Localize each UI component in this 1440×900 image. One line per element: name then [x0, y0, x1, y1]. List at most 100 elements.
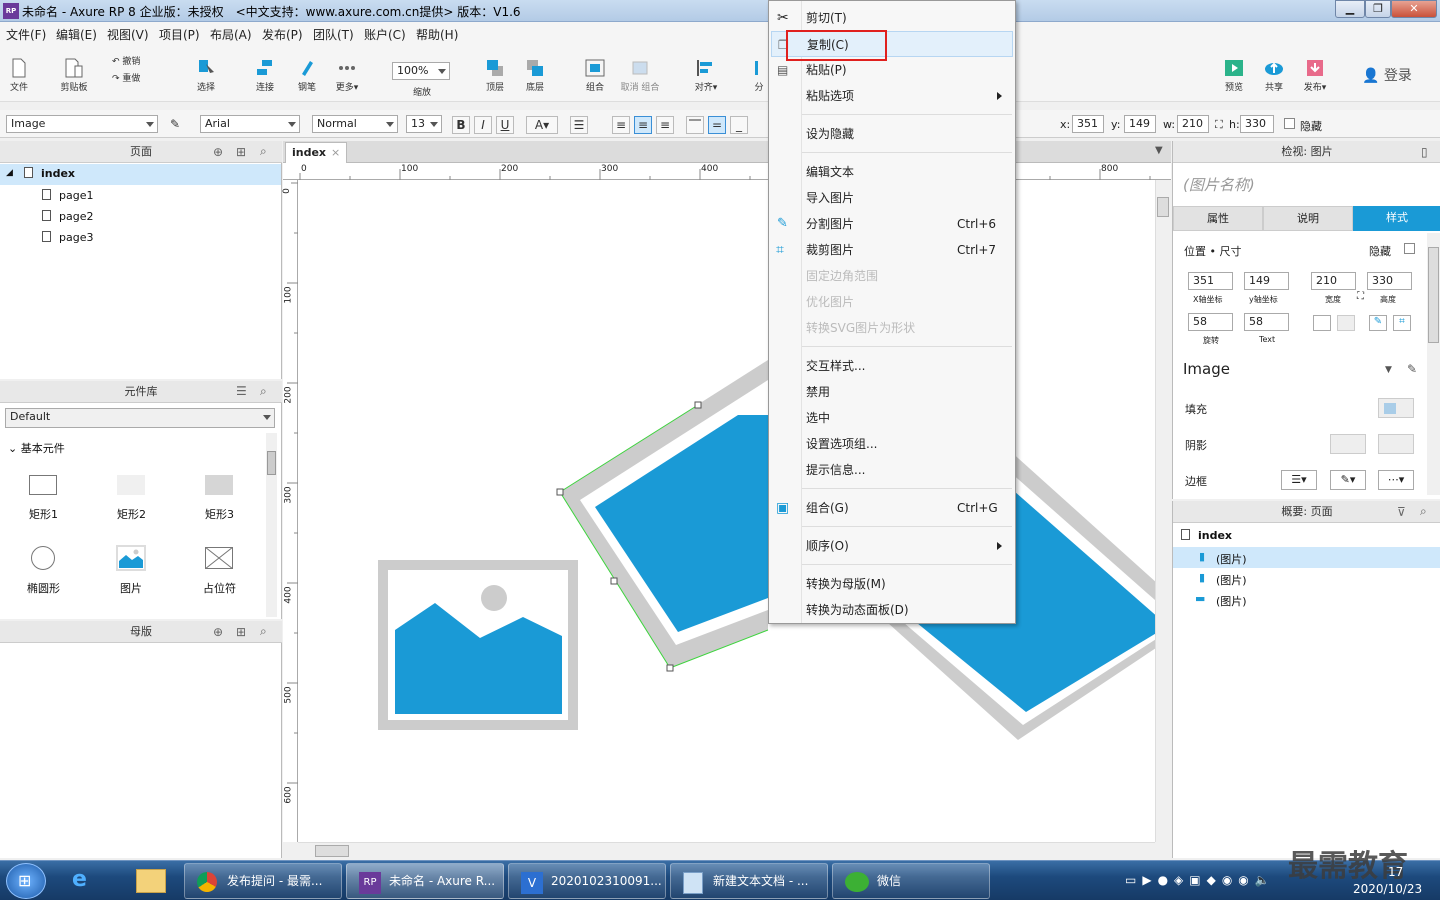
widget-name-field[interactable]: (图片名称) [1183, 174, 1255, 195]
pen-tool[interactable]: 钢笔 [292, 58, 322, 93]
task-axure[interactable]: RP 未命名 - Axure R... [346, 863, 504, 899]
ellipse-thumb[interactable] [31, 546, 55, 570]
bold-button[interactable]: B [452, 116, 470, 134]
clipboard-button[interactable]: 剪贴板 [58, 58, 90, 93]
x-field[interactable]: 351 [1072, 115, 1104, 133]
group-button[interactable]: 组合 [580, 58, 610, 93]
login-button[interactable]: 👤 登录 [1362, 65, 1412, 85]
more-tools-button[interactable]: 更多▾ [330, 58, 364, 93]
align-center-button[interactable]: ≡ [634, 116, 652, 134]
slice-icon[interactable]: ✎ [1369, 315, 1387, 331]
underline-button[interactable]: U [496, 116, 514, 134]
task-wechat[interactable]: 微信 [832, 863, 990, 899]
image-thumb-icon[interactable] [116, 545, 146, 571]
font-weight-select[interactable]: Normal [312, 115, 398, 133]
library-scrollbar[interactable] [266, 433, 277, 617]
x-coordinate-field[interactable]: 351 [1188, 272, 1233, 290]
border-color-picker[interactable]: ✎▾ [1330, 470, 1366, 490]
shadow-color-picker[interactable] [1378, 434, 1414, 454]
menu-item-selected[interactable]: 选中 [769, 405, 1015, 431]
page-item-1[interactable]: page1 [42, 189, 93, 202]
fill-color-picker[interactable] [1378, 398, 1414, 418]
tab-notes[interactable]: 说明 [1263, 206, 1353, 231]
valign-middle-button[interactable]: = [708, 116, 726, 134]
add-page-icon[interactable]: ⊕ [213, 145, 223, 159]
tab-menu-icon[interactable]: ▼ [1155, 145, 1163, 156]
height-field[interactable]: 330 [1367, 272, 1412, 290]
menu-team[interactable]: 团队(T) [313, 26, 354, 43]
rotate-field[interactable]: 58 [1188, 313, 1233, 331]
bullet-list-button[interactable]: ☰ [570, 116, 588, 134]
shadow-picker[interactable] [1330, 434, 1366, 454]
outline-item-1[interactable]: ▮ (图片) [1173, 547, 1440, 568]
menu-item-convert-master[interactable]: 转换为母版(M) [769, 571, 1015, 597]
rect2-thumb[interactable] [117, 475, 145, 495]
fit-icon[interactable] [1313, 315, 1331, 331]
style-name[interactable]: Image [1183, 360, 1230, 378]
hscroll-thumb[interactable] [315, 845, 349, 857]
menu-item-paste-options[interactable]: 粘贴选项 [769, 83, 1015, 109]
menu-file[interactable]: 文件(F) [6, 26, 46, 43]
h-field[interactable]: 330 [1240, 115, 1274, 133]
menu-project[interactable]: 项目(P) [159, 26, 200, 43]
search-icon[interactable]: ⌕ [260, 624, 267, 639]
menu-item-order[interactable]: 顺序(O) [769, 533, 1015, 559]
notes-icon[interactable]: ▯ [1421, 145, 1428, 159]
style-dropdown-icon[interactable]: ▼ [1385, 365, 1392, 375]
font-color-button[interactable]: A▾ [526, 116, 558, 134]
valign-bottom-button[interactable]: _ [730, 116, 748, 134]
task-video[interactable]: V 2020102310091... [508, 863, 666, 899]
preview-button[interactable]: 预览 [1220, 58, 1248, 93]
search-icon[interactable]: ⌕ [260, 144, 267, 159]
menu-item-interaction-styles[interactable]: 交互样式... [769, 353, 1015, 379]
style-select[interactable]: Image [6, 115, 158, 133]
search-icon[interactable]: ⌕ [260, 384, 267, 399]
canvas-vscrollbar[interactable] [1155, 180, 1170, 842]
font-select[interactable]: Arial [200, 115, 300, 133]
hide-checkbox[interactable] [1284, 118, 1295, 129]
hide-checkbox[interactable] [1404, 243, 1415, 254]
italic-button[interactable]: I [474, 116, 492, 134]
rect1-thumb[interactable] [29, 475, 57, 495]
add-master-icon[interactable]: ⊕ [213, 625, 223, 639]
menu-account[interactable]: 账户(C) [364, 26, 406, 43]
lock-ratio-icon[interactable]: ⛶ [1215, 118, 1223, 132]
vscroll-thumb[interactable] [1157, 197, 1169, 217]
bring-to-top-button[interactable]: 顶层 [480, 58, 510, 93]
align-left-button[interactable]: ≡ [612, 116, 630, 134]
menu-item-crop-image[interactable]: ⌗ 裁剪图片 Ctrl+7 [769, 237, 1015, 263]
distribute-button[interactable]: 分 [752, 58, 766, 93]
edit-style-icon[interactable]: ✎ [1407, 362, 1417, 376]
menu-publish[interactable]: 发布(P) [262, 26, 303, 43]
ie-icon[interactable]: e [72, 867, 87, 892]
page-index-row[interactable]: ◢ index [0, 164, 281, 185]
menu-icon[interactable]: ☰ [236, 384, 247, 398]
ungroup-button[interactable]: 取消 组合 [618, 58, 662, 93]
menu-item-cut[interactable]: ✂ 剪切(T) [769, 5, 1015, 31]
menu-item-paste[interactable]: ▤ 粘贴(P) [769, 57, 1015, 83]
menu-item-edit-text[interactable]: 编辑文本 [769, 159, 1015, 185]
placeholder-thumb-icon[interactable] [205, 547, 233, 569]
search-icon[interactable]: ⌕ [1420, 504, 1427, 519]
add-folder-icon[interactable]: ⊞ [236, 145, 246, 159]
valign-top-button[interactable]: ⎺ [686, 116, 704, 134]
tab-style[interactable]: 样式 [1353, 206, 1440, 231]
file-button[interactable]: 文件 [6, 58, 32, 93]
crop-icon[interactable]: ⌗ [1393, 315, 1411, 331]
canvas-hscrollbar[interactable] [298, 842, 1155, 858]
menu-view[interactable]: 视图(V) [107, 26, 149, 43]
font-size-select[interactable]: 13 [406, 115, 442, 133]
image-widget-selected[interactable] [556, 360, 769, 672]
tab-properties[interactable]: 属性 [1173, 206, 1263, 231]
menu-edit[interactable]: 编辑(E) [56, 26, 97, 43]
connect-tool[interactable]: 连接 [250, 58, 280, 93]
undo-button[interactable]: ↶ 撤销 [112, 54, 140, 67]
menu-item-option-group[interactable]: 设置选项组... [769, 431, 1015, 457]
border-style-picker[interactable]: ⋯▾ [1378, 470, 1414, 490]
border-weight-picker[interactable]: ☰▾ [1281, 470, 1317, 490]
outline-item-3[interactable]: ▬ (图片) [1173, 589, 1440, 610]
start-button[interactable]: ⊞ [6, 863, 46, 899]
design-canvas[interactable] [298, 180, 1155, 842]
y-field[interactable]: 149 [1124, 115, 1156, 133]
style-edit-icon[interactable]: ✎ [166, 116, 184, 134]
